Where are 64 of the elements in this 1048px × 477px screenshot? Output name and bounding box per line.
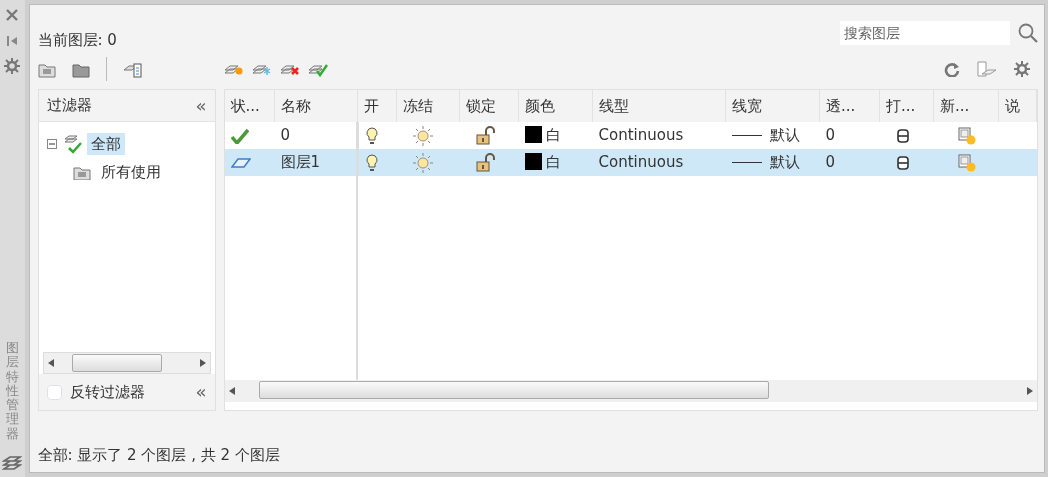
unlocked-icon[interactable] — [475, 126, 495, 146]
lightbulb-icon[interactable] — [364, 126, 379, 145]
printer-icon[interactable] — [895, 154, 910, 171]
sun-icon[interactable] — [412, 125, 433, 146]
tree-item[interactable]: 所有使用 — [96, 160, 165, 184]
viewport-icon[interactable] — [976, 60, 998, 78]
column-header[interactable]: 打... — [879, 90, 934, 122]
viewport-icon[interactable] — [957, 126, 976, 145]
linetype[interactable]: Continuous — [598, 126, 684, 145]
column-header[interactable]: 冻结 — [396, 90, 460, 122]
collapse-button[interactable]: « — [195, 96, 207, 115]
invert-checkbox[interactable] — [46, 384, 62, 400]
right-arrow-icon[interactable] — [199, 359, 206, 367]
layer-states-icon[interactable] — [122, 60, 142, 78]
horizontal-scrollbar[interactable] — [42, 352, 211, 374]
column-header[interactable]: 开 — [357, 90, 397, 122]
folder-icon — [72, 164, 93, 180]
status-text: 全部: 显示了 2 个图层 , 共 2 个图层 — [37, 444, 281, 466]
collapse-button[interactable]: « — [195, 383, 207, 401]
settings-icon[interactable] — [4, 58, 21, 74]
scroll-thumb[interactable] — [71, 354, 162, 372]
layer-name[interactable]: 0 — [280, 126, 291, 145]
sun-icon[interactable] — [412, 152, 433, 173]
pin-icon[interactable] — [6, 34, 19, 48]
panel-title: 图层特性管理器 — [5, 340, 19, 441]
refresh-icon[interactable] — [944, 61, 960, 77]
color-swatch[interactable] — [524, 126, 542, 144]
layers-icon — [2, 455, 23, 471]
unlocked-icon[interactable] — [475, 153, 495, 173]
search-field[interactable]: 搜索图层 — [840, 21, 1010, 45]
lineweight-sample — [731, 162, 762, 164]
left-arrow-icon[interactable] — [228, 387, 235, 395]
column-header[interactable]: 状... — [224, 90, 275, 122]
column-header[interactable]: 透... — [819, 90, 880, 122]
transparency[interactable]: 0 — [825, 126, 836, 145]
lightbulb-icon[interactable] — [364, 153, 379, 172]
transparency[interactable]: 0 — [825, 153, 836, 172]
collapse-icon[interactable] — [46, 139, 57, 149]
column-header[interactable]: 说 — [998, 90, 1037, 122]
column-header[interactable]: 新... — [933, 90, 999, 122]
right-arrow-icon[interactable] — [1027, 387, 1033, 395]
lineweight[interactable]: 默认 — [769, 126, 800, 145]
column-header[interactable]: 线型 — [592, 90, 726, 122]
color-name[interactable]: 白 — [545, 126, 561, 145]
color-name[interactable]: 白 — [545, 153, 561, 172]
close-icon[interactable] — [5, 8, 20, 22]
printer-icon[interactable] — [895, 127, 910, 144]
horizontal-scrollbar[interactable] — [224, 380, 1037, 402]
scroll-thumb[interactable] — [258, 381, 769, 399]
search-icon[interactable] — [1018, 23, 1038, 43]
color-swatch[interactable] — [524, 153, 542, 171]
column-header[interactable]: 名称 — [274, 90, 358, 122]
layer-row[interactable]: 图层1 白 Continuous 默认 0 — [224, 149, 1037, 176]
settings-icon[interactable] — [1014, 61, 1030, 77]
column-header[interactable]: 线宽 — [725, 90, 820, 122]
panel-header: 过滤器 — [46, 95, 92, 117]
tree-item[interactable]: 全部 — [86, 132, 125, 156]
column-header[interactable]: 颜色 — [518, 90, 593, 122]
lineweight-sample — [731, 135, 762, 137]
left-arrow-icon[interactable] — [47, 359, 54, 367]
viewport-icon[interactable] — [957, 153, 976, 172]
checkbox-label: 反转过滤器 — [69, 381, 145, 403]
column-header[interactable]: 锁定 — [459, 90, 519, 122]
current-layer-label: 当前图层: 0 — [37, 29, 117, 51]
